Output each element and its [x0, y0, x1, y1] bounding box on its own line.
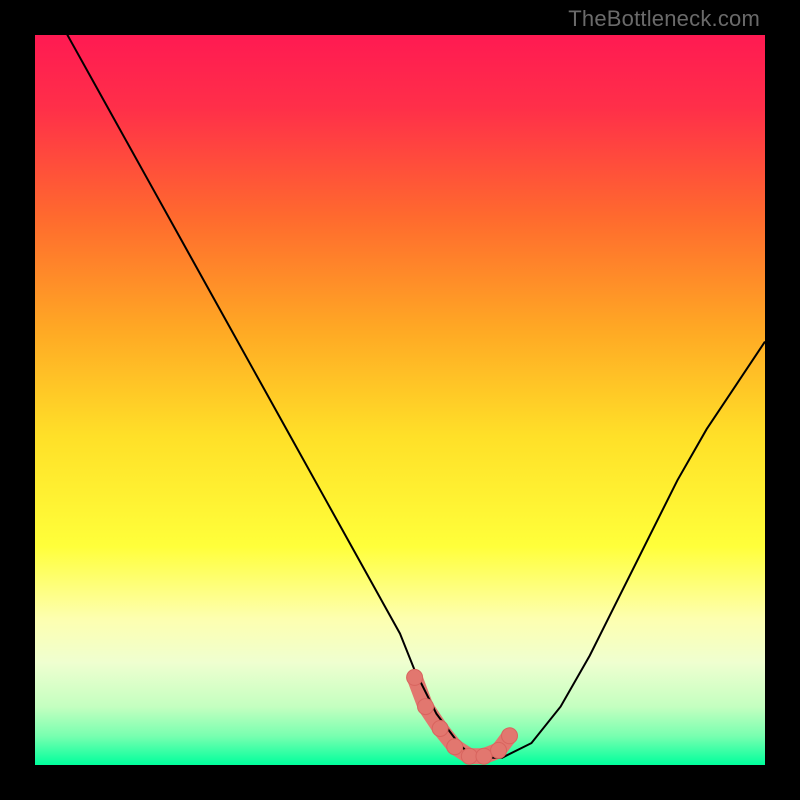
gradient-background: [35, 35, 765, 765]
optimal-marker-dot: [418, 699, 434, 715]
optimal-marker-dot: [432, 721, 448, 737]
optimal-marker-dot: [502, 728, 518, 744]
plot-area: [35, 35, 765, 765]
optimal-marker-dot: [461, 748, 477, 764]
chart-frame: TheBottleneck.com: [0, 0, 800, 800]
optimal-marker-dot: [447, 739, 463, 755]
bottleneck-chart: [35, 35, 765, 765]
optimal-marker-dot: [407, 669, 423, 685]
watermark-label: TheBottleneck.com: [568, 6, 760, 32]
optimal-marker-dot: [491, 742, 507, 758]
optimal-marker-dot: [476, 748, 492, 764]
